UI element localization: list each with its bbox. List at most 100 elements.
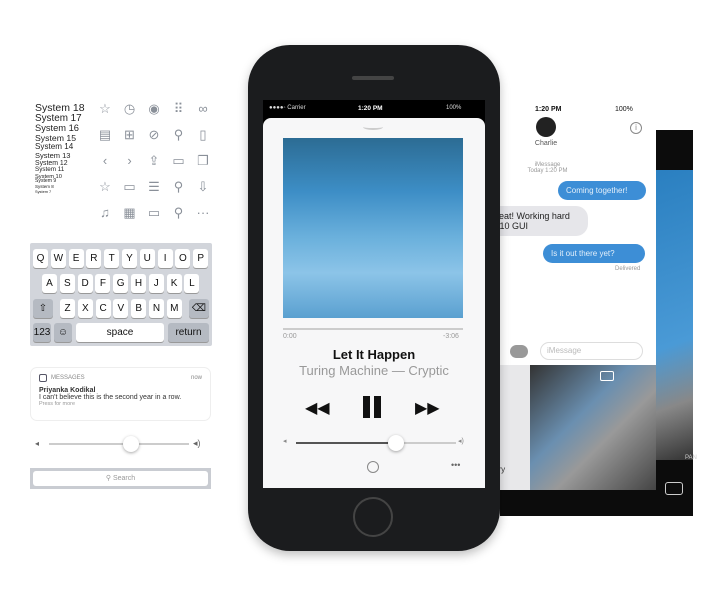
pause-button[interactable] (363, 396, 381, 418)
flip-camera-icon[interactable] (665, 482, 683, 495)
key[interactable]: H (131, 274, 146, 293)
volume-slider[interactable]: ◂ ◂) (35, 436, 205, 452)
photo-thumbnail[interactable] (530, 365, 656, 490)
grid-icon: ⊞ (124, 127, 135, 142)
app-store-button[interactable] (510, 345, 528, 358)
type-size-list: System 18 System 17 System 16 System 15 Syst… (35, 102, 85, 194)
key[interactable]: return (168, 323, 209, 342)
bookmark-icon: ▯ (199, 127, 207, 142)
download-icon: ⇩ (197, 179, 209, 194)
key[interactable]: ⌫ (189, 299, 209, 318)
volume-high-icon: ◂) (458, 438, 464, 445)
contact-name: Charlie (534, 140, 558, 147)
key[interactable]: K (166, 274, 182, 293)
key[interactable]: I (157, 249, 173, 268)
tv-icon: ▭ (147, 205, 161, 220)
status-battery: 100% (446, 105, 462, 111)
music-icon: ♫ (100, 205, 110, 220)
search-input[interactable]: ⚲ Search (33, 471, 208, 486)
key[interactable]: E (68, 249, 84, 268)
type-size-sample: System 13 (35, 150, 71, 160)
key[interactable]: ☺ (54, 323, 72, 342)
key[interactable]: L (184, 274, 200, 293)
keypad-icon: ⠿ (173, 101, 184, 116)
tabs-icon: ❐ (197, 153, 209, 168)
notification[interactable]: MESSAGES now Priyanka Kodikal I can't be… (30, 367, 211, 421)
volume-high-icon: ◂) (193, 438, 201, 448)
key[interactable]: Y (122, 249, 137, 268)
forward-chevron-icon: › (127, 153, 132, 168)
book-icon: ▭ (172, 153, 185, 168)
key[interactable]: X (77, 299, 93, 318)
key[interactable]: ⇧ (33, 299, 53, 318)
airplay-icon[interactable] (367, 461, 379, 473)
back-chevron-icon: ‹ (102, 153, 108, 168)
search-icon: ⚲ (173, 127, 184, 142)
key[interactable]: F (95, 274, 111, 293)
key[interactable]: V (113, 299, 129, 318)
star-icon: ☆ (99, 101, 111, 116)
key[interactable]: C (95, 299, 111, 318)
key[interactable]: B (131, 299, 147, 318)
song-subtitle: Turing Machine — Cryptic (299, 363, 449, 378)
notification-app: MESSAGES (51, 375, 85, 381)
carrier: Carrier (287, 105, 306, 111)
key[interactable]: 123 (33, 323, 51, 342)
key[interactable]: G (113, 274, 129, 293)
rewind-button[interactable]: ◀◀ (305, 398, 330, 418)
music-screen: ●●●●◦ Carrier 1:20 PM 100% 0:00 -3:06 Le… (263, 100, 485, 488)
key[interactable]: R (86, 249, 102, 268)
message-bubble: Is it out there yet? (543, 244, 645, 263)
now-playing-card: 0:00 -3:06 Let It Happen Turing Machine … (263, 118, 485, 488)
progress-bar[interactable] (283, 328, 463, 330)
camera-preview (650, 170, 693, 460)
keyboard: Q W E R T Y U I O P A S D F G H J K L ⇧ Z X C V B N M ⌫ 123 ☺ space ret… (30, 243, 212, 346)
key[interactable]: O (175, 249, 191, 268)
list-icon: ☰ (148, 179, 160, 194)
key[interactable]: M (166, 299, 182, 318)
news-icon: ▤ (98, 127, 112, 142)
key[interactable]: Q (33, 249, 48, 268)
key[interactable]: N (149, 299, 164, 318)
message-input[interactable]: iMessage (540, 342, 643, 360)
key[interactable]: T (104, 249, 120, 268)
star-icon: ☆ (99, 179, 111, 194)
key[interactable]: S (59, 274, 75, 293)
more-icon[interactable]: ••• (451, 460, 460, 470)
fast-forward-button[interactable]: ▶▶ (415, 398, 440, 418)
delivered-label: Delivered (615, 266, 641, 272)
key[interactable]: A (42, 274, 57, 293)
home-button[interactable] (353, 497, 393, 537)
key[interactable]: J (148, 274, 164, 293)
icon-grid: ☆ ◷ ◉ ⠿ ∞ ▤ ⊞ ⊘ ⚲ ▯ ‹ › ⇪ ▭ ❐ ☆ ▭ ☰ ⚲ ⇩ ♫ ▦ ▭ ⚲ ··· (98, 102, 213, 222)
key[interactable]: U (139, 249, 155, 268)
key[interactable]: Z (60, 299, 75, 318)
volume-thumb[interactable] (388, 435, 404, 451)
info-icon[interactable]: i (630, 122, 642, 134)
player-volume-slider[interactable]: ◂ ◂) (283, 435, 468, 451)
key[interactable]: P (193, 249, 209, 268)
key[interactable]: W (50, 249, 66, 268)
key[interactable]: space (76, 323, 164, 342)
voicemail-icon: ∞ (198, 101, 208, 116)
photo-picker: ary (480, 365, 656, 490)
notification-sender: Priyanka Kodikal (39, 387, 96, 394)
message-bubble: Coming together! (558, 181, 646, 200)
contact-avatar[interactable] (536, 117, 556, 137)
notification-time: now (190, 375, 202, 381)
dismiss-chevron-icon[interactable] (363, 124, 383, 130)
more-icon: ··· (196, 205, 210, 220)
status-time: 1:20 PM (358, 105, 383, 112)
key[interactable]: D (77, 274, 93, 293)
song-title: Let It Happen (332, 347, 416, 362)
search-icon: ⚲ (173, 205, 184, 220)
volume-thumb[interactable] (123, 436, 139, 452)
notification-hint: Press for more (39, 401, 76, 407)
search-icon: ⚲ (173, 179, 184, 194)
folder-icon: ▭ (123, 179, 136, 194)
volume-low-icon: ◂ (35, 439, 40, 448)
camera-icon[interactable] (600, 371, 614, 381)
status-time: 1:20 PM (535, 106, 562, 113)
date-label: Today 1:20 PM (527, 168, 568, 174)
type-size-sample: System 11 (35, 165, 65, 173)
